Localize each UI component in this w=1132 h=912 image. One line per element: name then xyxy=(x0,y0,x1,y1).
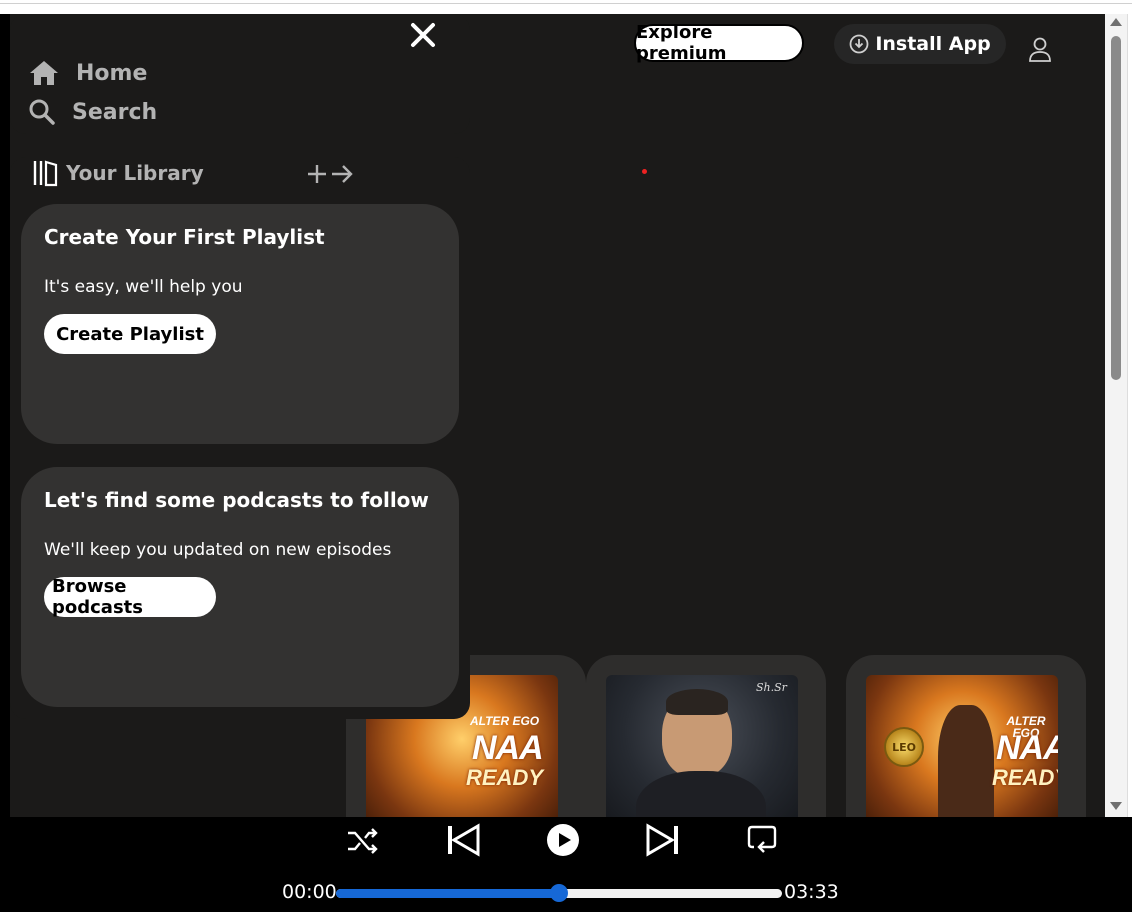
nav-item-label: Home xyxy=(76,60,148,86)
plus-icon[interactable] xyxy=(306,163,328,185)
left-edge-strip xyxy=(0,14,10,817)
portrait-body xyxy=(636,771,766,817)
loading-dot xyxy=(642,169,647,174)
download-icon xyxy=(849,34,869,54)
card-title: Create Your First Playlist xyxy=(44,225,325,249)
album-art: LEO ALTER EGO NAA READY xyxy=(866,675,1058,817)
repeat-icon[interactable] xyxy=(746,823,780,857)
shuffle-icon[interactable] xyxy=(346,825,380,857)
nav-item-label: Search xyxy=(72,99,158,125)
explore-premium-button[interactable]: Explore premium xyxy=(634,22,804,64)
album-card[interactable]: Sh.Sr xyxy=(586,655,826,817)
scrollbar-thumb[interactable] xyxy=(1111,36,1121,380)
card-subtitle: It's easy, we'll help you xyxy=(44,277,243,297)
sidebar-nav: Home Search xyxy=(10,14,470,134)
browse-podcasts-button[interactable]: Browse podcasts xyxy=(44,576,216,618)
library-icon xyxy=(33,160,58,187)
album-art-text: NAA xyxy=(996,729,1058,767)
spotify-clone-page: Explore premium Install App ALTER EGO NA… xyxy=(0,0,1132,912)
card-subtitle: We'll keep you updated on new episodes xyxy=(44,540,392,560)
album-art: Sh.Sr xyxy=(606,675,798,817)
card-title: Let's find some podcasts to follow xyxy=(44,488,429,512)
previous-icon[interactable] xyxy=(446,823,480,857)
create-playlist-card: Create Your First Playlist It's easy, we… xyxy=(21,204,459,444)
nav-item-search[interactable]: Search xyxy=(28,98,157,126)
progress-fill xyxy=(336,889,559,898)
current-time: 00:00 xyxy=(282,881,337,903)
album-art-figure xyxy=(938,705,994,817)
nav-item-home[interactable]: Home xyxy=(28,59,147,87)
portrait-hair xyxy=(666,689,728,715)
album-art-text: NAA xyxy=(472,729,544,767)
library-actions xyxy=(306,163,354,185)
album-art-text: READY xyxy=(466,765,544,790)
signature-logo: Sh.Sr xyxy=(756,681,787,694)
library-panel: Your Library Create Your First Playlist … xyxy=(10,157,470,719)
arrow-right-icon[interactable] xyxy=(330,163,354,185)
scrollbar[interactable] xyxy=(1105,14,1127,817)
close-icon[interactable] xyxy=(408,20,438,50)
browser-top-edge xyxy=(0,0,1132,4)
scroll-down-arrow-icon[interactable] xyxy=(1110,802,1122,810)
album-card[interactable]: LEO ALTER EGO NAA READY xyxy=(846,655,1086,817)
create-playlist-button[interactable]: Create Playlist xyxy=(44,314,216,354)
album-art-text: READY xyxy=(992,765,1058,790)
search-icon xyxy=(29,99,55,125)
album-art-text: ALTER EGO xyxy=(470,714,540,728)
window-right-edge xyxy=(1127,14,1132,817)
play-icon[interactable] xyxy=(546,823,580,857)
install-app-button[interactable]: Install App xyxy=(834,24,1006,64)
install-app-label: Install App xyxy=(875,33,991,55)
podcasts-card: Let's find some podcasts to follow We'll… xyxy=(21,467,459,707)
user-icon[interactable] xyxy=(1028,36,1052,64)
home-icon xyxy=(30,61,58,85)
next-icon[interactable] xyxy=(646,823,680,857)
library-title: Your Library xyxy=(66,161,204,185)
player-bar: 00:00 03:33 xyxy=(0,817,1132,912)
album-art-coin: LEO xyxy=(884,727,924,767)
your-library-button[interactable]: Your Library xyxy=(32,159,204,187)
total-time: 03:33 xyxy=(784,881,839,903)
scroll-up-arrow-icon[interactable] xyxy=(1110,18,1122,26)
progress-thumb[interactable] xyxy=(550,884,568,902)
